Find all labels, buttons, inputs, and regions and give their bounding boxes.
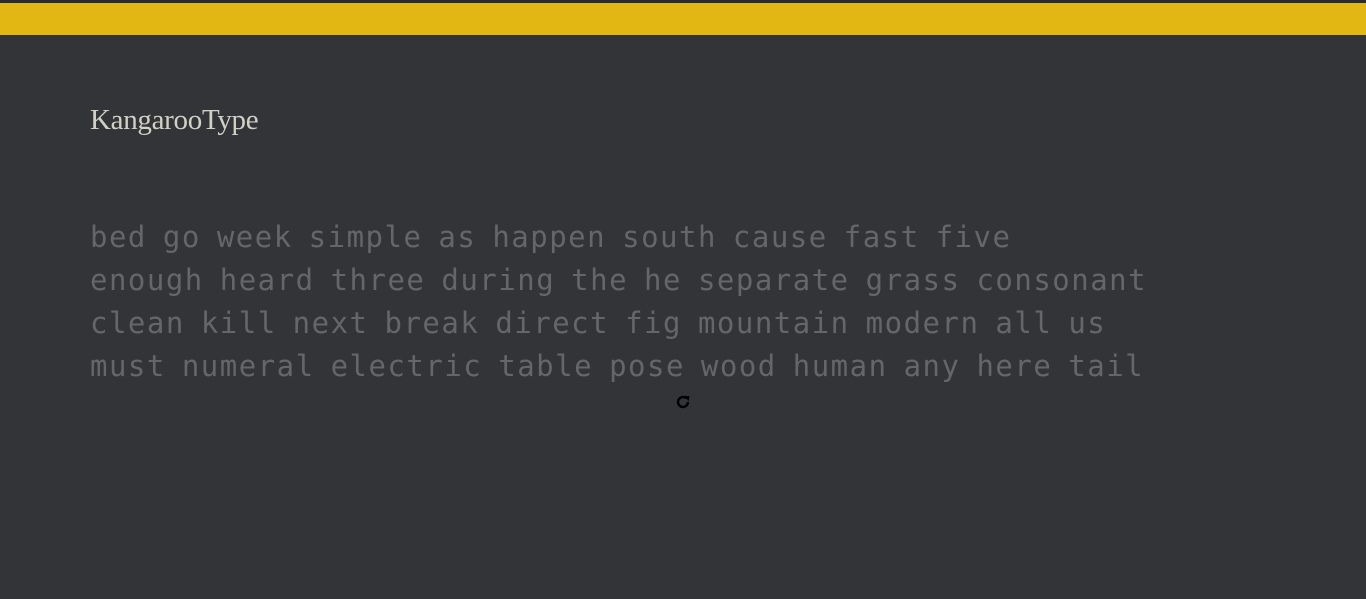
word: simple [308,220,423,254]
word: human [792,349,888,383]
word: pose [609,349,685,383]
word: south [622,220,717,254]
word: grass [865,263,961,297]
word: enough [90,263,204,297]
word: numeral [181,349,315,383]
word: here [976,349,1053,383]
word: separate [697,263,850,297]
restart-icon [676,395,690,409]
word: kill [200,306,277,340]
word: any [903,349,961,383]
word: during [441,263,556,297]
word-line: bed go week simple as happen south cause fast fiv… [90,216,1290,259]
word: must [90,349,166,383]
word: next [292,306,369,340]
word: consonant [976,263,1148,297]
word: five [935,220,1012,254]
word: direct [495,306,610,340]
word: mountain [697,306,850,340]
word: happen [492,220,607,254]
top-accent-bar [0,3,1366,35]
word: as [438,220,477,254]
word: three [330,263,426,297]
word: tail [1068,349,1145,383]
word: heard [219,263,315,297]
word: cause [732,220,828,254]
restart-button[interactable] [674,393,692,411]
word: electric [330,349,483,383]
word: wood [700,349,777,383]
word: fast [843,220,920,254]
word: bed [90,220,147,254]
words-area[interactable]: bed go week simple as happen south cause fast fiv… [90,216,1290,388]
word: week [216,220,293,254]
word-line: clean kill next break direct fig mountain moder… [90,302,1290,345]
word: modern [865,306,980,340]
word: fig [625,306,682,340]
word: clean [90,306,185,340]
word: break [384,306,480,340]
app-logo[interactable]: KangarooType [90,100,259,140]
word: he [644,263,682,297]
word: all [995,306,1053,340]
word: us [1068,306,1107,340]
word-line: enough heard three during the he separate grass… [90,259,1290,302]
word: the [571,263,629,297]
word: table [498,349,594,383]
word-line: must numeral electric table pose wood human any… [90,345,1290,388]
word: go [162,220,201,254]
